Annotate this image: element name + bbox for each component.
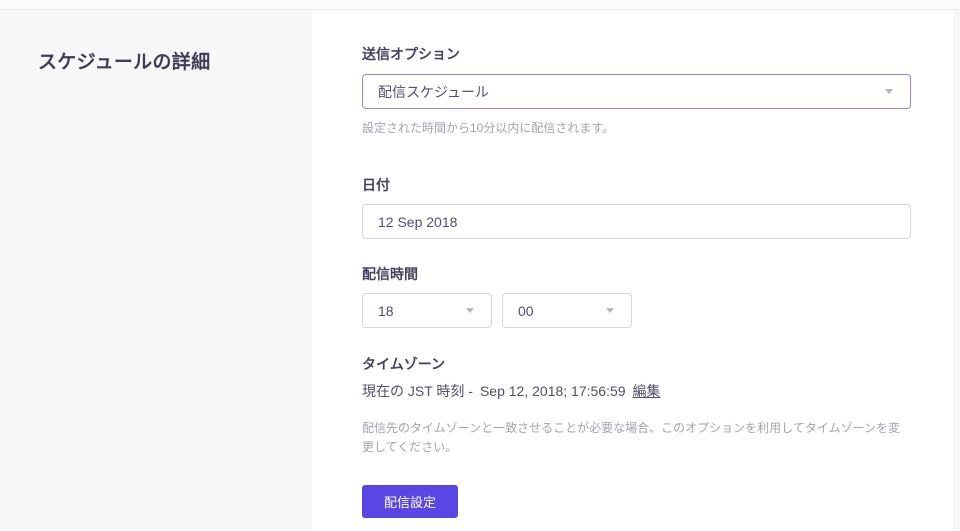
- chevron-down-icon: [466, 308, 474, 313]
- timezone-current-time: Sep 12, 2018; 17:56:59: [479, 383, 626, 399]
- minute-selected-value: 00: [518, 302, 534, 319]
- send-option-label: 送信オプション: [362, 46, 460, 62]
- timezone-help-text: 配信先のタイムゾーンと一致させることが必要な場合、このオプションを利用してタイム…: [362, 421, 900, 454]
- timezone-current-line: 現在の JST 時刻 - Sep 12, 2018; 17:56:59 編集: [362, 383, 911, 399]
- sidebar: スケジュールの詳細: [0, 10, 312, 530]
- submit-button[interactable]: 配信設定: [362, 485, 458, 518]
- timezone-edit-link[interactable]: 編集: [632, 383, 660, 399]
- hour-select[interactable]: 18: [362, 293, 492, 328]
- timezone-current-prefix: 現在の JST 時刻 -: [362, 383, 473, 399]
- chevron-down-icon: [606, 308, 614, 313]
- timezone-label: タイムゾーン: [362, 356, 446, 372]
- minute-select[interactable]: 00: [502, 293, 632, 328]
- schedule-form: 送信オプション 配信スケジュール 設定された時間から10分以内に配信されます。 …: [362, 47, 911, 518]
- date-input[interactable]: [362, 204, 911, 239]
- page-layout: スケジュールの詳細 送信オプション 配信スケジュール 設定された時間から10分以…: [0, 10, 960, 530]
- timezone-field: タイムゾーン 現在の JST 時刻 - Sep 12, 2018; 17:56:5…: [362, 357, 911, 457]
- date-field: 日付: [362, 178, 911, 239]
- main-panel: 送信オプション 配信スケジュール 設定された時間から10分以内に配信されます。 …: [312, 10, 960, 530]
- chevron-down-icon: [885, 89, 893, 94]
- time-label: 配信時間: [362, 266, 418, 282]
- send-option-selected-value: 配信スケジュール: [378, 83, 490, 100]
- section-title: スケジュールの詳細: [38, 52, 211, 73]
- send-option-select[interactable]: 配信スケジュール: [362, 74, 911, 109]
- date-label: 日付: [362, 177, 390, 193]
- header-bottom-edge: [0, 0, 960, 10]
- time-field: 配信時間 18 00: [362, 267, 911, 328]
- send-option-help-text: 設定された時間から10分以内に配信されます。: [362, 121, 615, 135]
- hour-selected-value: 18: [378, 302, 394, 319]
- send-option-field: 送信オプション 配信スケジュール 設定された時間から10分以内に配信されます。: [362, 47, 911, 135]
- time-select-row: 18 00: [362, 293, 911, 328]
